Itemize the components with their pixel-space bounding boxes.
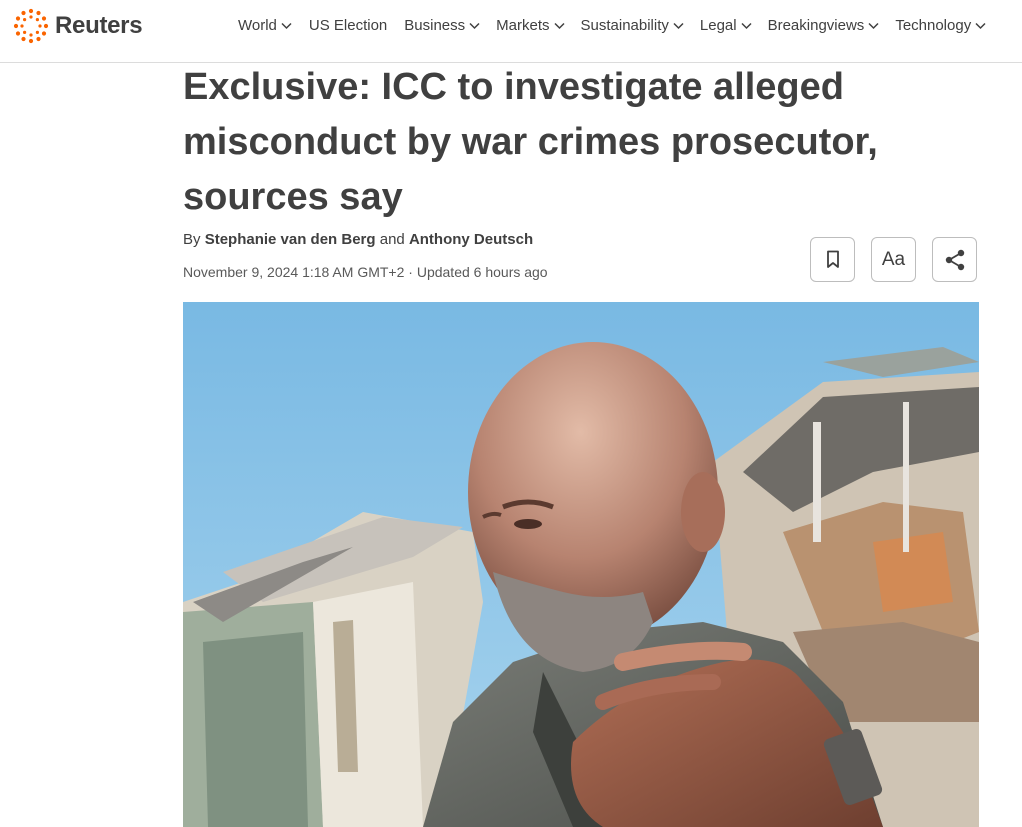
chevron-down-icon <box>553 22 565 29</box>
nav-item-breakingviews[interactable]: Breakingviews <box>768 17 880 34</box>
updated-time: · Updated 6 hours ago <box>408 264 548 280</box>
nav-item-world[interactable]: World <box>238 17 292 34</box>
text-size-button[interactable]: Aa <box>871 237 916 282</box>
nav-item-label: Markets <box>496 17 550 34</box>
chevron-down-icon <box>281 22 292 29</box>
author-link[interactable]: Stephanie van den Berg <box>205 231 376 248</box>
chevron-down-icon <box>469 22 480 29</box>
nav-item-label: US Election <box>308 17 388 34</box>
hero-image[interactable] <box>183 302 979 827</box>
nav-item-business[interactable]: Business <box>404 17 480 34</box>
main-nav: World US Election Business Markets Susta… <box>238 17 986 34</box>
reuters-logo-icon <box>13 8 49 44</box>
share-button[interactable] <box>932 237 977 282</box>
nav-item-sustainability[interactable]: Sustainability <box>581 17 684 34</box>
chevron-down-icon <box>975 22 986 29</box>
author-link[interactable]: Anthony Deutsch <box>409 231 533 248</box>
byline: By Stephanie van den Berg and Anthony De… <box>183 231 533 248</box>
hero-photo <box>183 302 979 827</box>
nav-item-label: Technology <box>895 17 972 34</box>
site-name: Reuters <box>55 12 143 39</box>
nav-item-legal[interactable]: Legal <box>700 17 752 34</box>
nav-item-label: Legal <box>699 17 737 34</box>
bookmark-button[interactable] <box>810 237 855 282</box>
article-headline: Exclusive: ICC to investigate alleged mi… <box>183 66 878 218</box>
nav-item-label: World <box>238 17 277 34</box>
text-size-label: Aa <box>881 248 906 270</box>
chevron-down-icon <box>868 22 879 29</box>
nav-item-us-election[interactable]: US Election <box>309 17 387 34</box>
reuters-logo[interactable]: Reuters <box>13 8 143 44</box>
bookmark-icon <box>826 250 839 268</box>
nav-item-label: Sustainability <box>580 17 669 34</box>
share-icon <box>945 249 964 270</box>
nav-item-label: Business <box>404 17 466 34</box>
chevron-down-icon <box>673 22 684 29</box>
byline-and: and <box>379 231 405 248</box>
nav-item-technology[interactable]: Technology <box>895 17 986 34</box>
dateline: November 9, 2024 1:18 AM GMT+2 · Updated… <box>183 264 548 280</box>
top-navigation-bar: Reuters World US Election Business Marke… <box>0 0 1022 63</box>
byline-prefix: By <box>183 231 201 248</box>
nav-item-label: Breakingviews <box>767 17 865 34</box>
nav-item-markets[interactable]: Markets <box>496 17 565 34</box>
chevron-down-icon <box>741 22 752 29</box>
publish-date: November 9, 2024 1:18 AM GMT+2 <box>183 264 405 280</box>
